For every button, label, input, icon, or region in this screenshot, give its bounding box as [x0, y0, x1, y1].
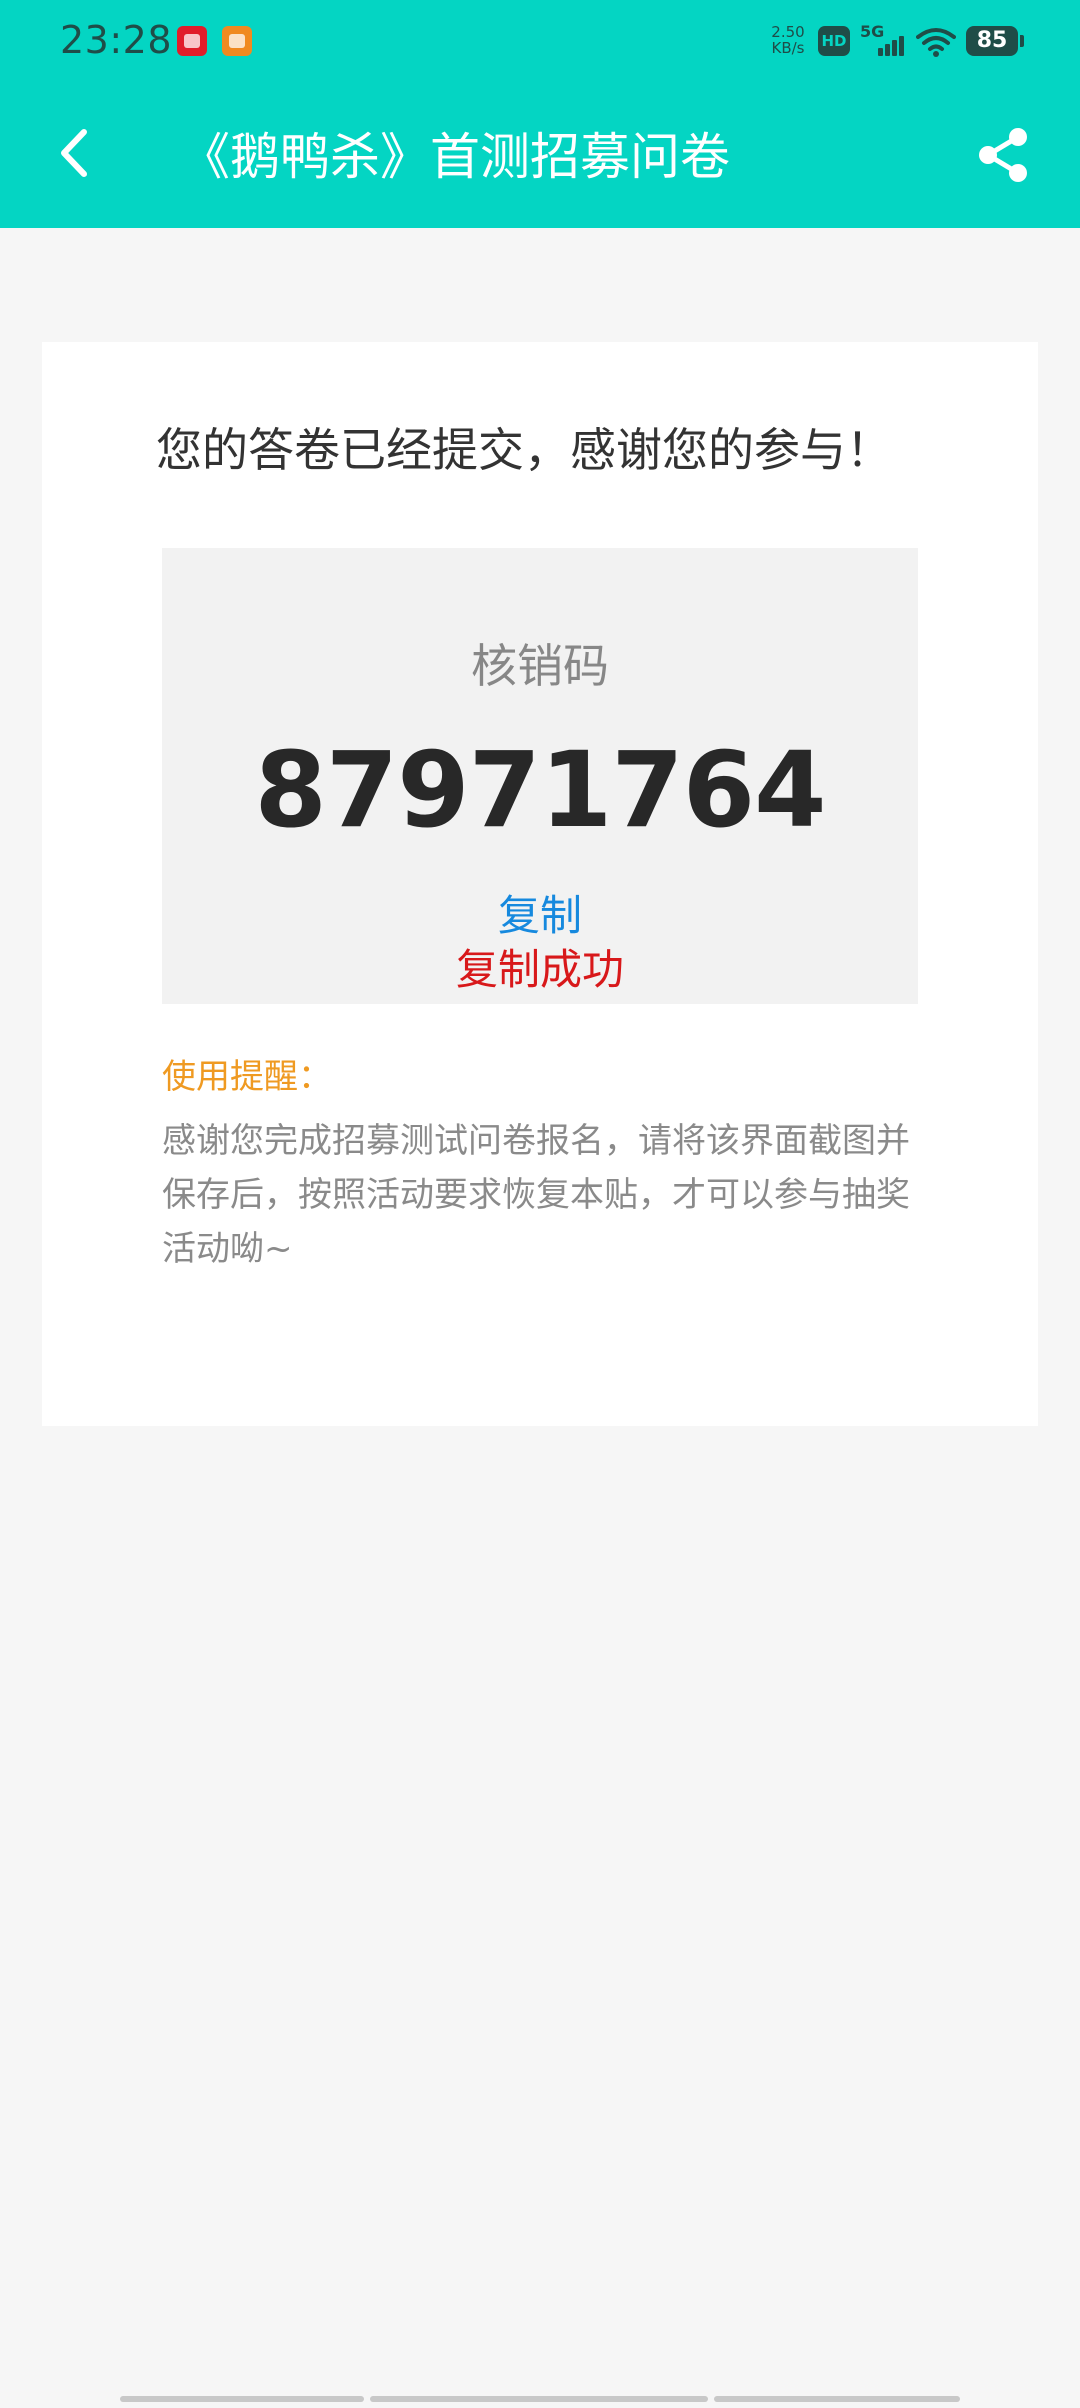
share-icon [979, 128, 1027, 182]
bottom-indicator-segment [120, 2396, 364, 2402]
cellular-signal-icon: 5G [860, 22, 906, 58]
copy-button[interactable]: 复制 [480, 888, 600, 944]
status-bar: 23:28 2.50 KB/s HD 5G 85 [0, 0, 1080, 84]
wifi-icon [916, 26, 956, 58]
signal-bar [892, 40, 897, 56]
verification-code: 87971764 [254, 729, 827, 851]
code-label: 核销码 [471, 639, 609, 693]
signal-bar [878, 48, 883, 56]
reminder-text: 感谢您完成招募测试问卷报名，请将该界面截图并保存后，按照活动要求恢复本贴，才可以… [162, 1121, 910, 1269]
red-app-icon [177, 26, 207, 56]
verification-code-box: 核销码 87971764 复制 复制成功 [162, 548, 918, 1004]
bottom-indicator-segment [370, 2396, 708, 2402]
success-message: 您的答卷已经提交，感谢您的参与！ [156, 423, 892, 477]
battery-indicator: 85 [966, 26, 1024, 56]
signal-bar [885, 44, 890, 56]
orange-app-icon [222, 26, 252, 56]
share-button[interactable] [972, 124, 1034, 186]
network-type-label: 5G [860, 22, 885, 41]
network-speed-value: 2.50 [771, 23, 805, 41]
chevron-left-icon [61, 129, 87, 177]
hd-badge: HD [818, 26, 850, 56]
network-speed: 2.50 KB/s [764, 24, 812, 56]
result-card: 您的答卷已经提交，感谢您的参与！ 核销码 87971764 复制 复制成功 使用… [42, 342, 1038, 1426]
copy-success-message: 复制成功 [455, 945, 624, 994]
signal-bar [899, 36, 904, 56]
back-button[interactable] [40, 118, 110, 188]
page-title: 《鹅鸭杀》首测招募问卷 [180, 128, 730, 186]
network-speed-unit: KB/s [771, 39, 805, 57]
reminder-title: 使用提醒： [162, 1057, 332, 1097]
bottom-indicator-segment [714, 2396, 960, 2402]
app-header: 23:28 2.50 KB/s HD 5G 85 《鹅鸭杀》首测招募问卷 [0, 0, 1080, 228]
status-time: 23:28 [60, 18, 173, 62]
